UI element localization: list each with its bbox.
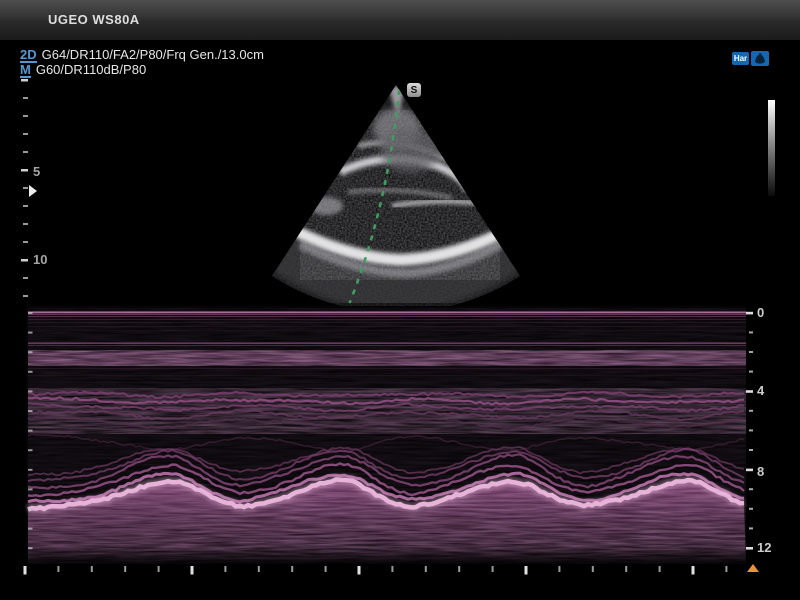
probe-icon[interactable] (751, 51, 769, 66)
ultrasound-2d-image (260, 80, 540, 320)
time-marker-icon[interactable] (747, 564, 759, 572)
mmode-depth-label-12: 12 (757, 541, 771, 555)
imaging-display (0, 0, 800, 600)
mode-m-chip[interactable]: M (20, 63, 31, 78)
focus-marker-icon[interactable] (29, 185, 37, 197)
mmode-depth-label-8: 8 (757, 465, 764, 479)
app-title: UGEO WS80A (48, 12, 140, 27)
ruler-label-10: 10 (33, 253, 47, 267)
mmode-trace (26, 306, 746, 566)
mode-2d-chip[interactable]: 2D (20, 48, 37, 63)
ultrasound-screen: { "header": { "title": "UGEO WS80A" }, "… (0, 0, 800, 600)
mmode-depth-label-4: 4 (757, 384, 764, 398)
params-2d: G64/DR110/FA2/P80/Frq Gen./13.0cm (42, 48, 264, 61)
info-line-m: M G60/DR110dB/P80 (20, 63, 146, 78)
header-bar: UGEO WS80A (0, 0, 800, 41)
ruler-label-5: 5 (33, 165, 40, 179)
info-line-2d: 2D G64/DR110/FA2/P80/Frq Gen./13.0cm (20, 48, 264, 63)
mmode-depth-scale (746, 312, 753, 550)
grayscale-bar (768, 100, 775, 196)
orientation-marker: S (407, 83, 421, 97)
params-m: G60/DR110dB/P80 (36, 63, 146, 76)
harmonic-icon[interactable]: Har (732, 52, 749, 65)
mmode-depth-label-0: 0 (757, 306, 764, 320)
depth-ruler-2d (21, 79, 28, 297)
time-axis (24, 566, 728, 575)
